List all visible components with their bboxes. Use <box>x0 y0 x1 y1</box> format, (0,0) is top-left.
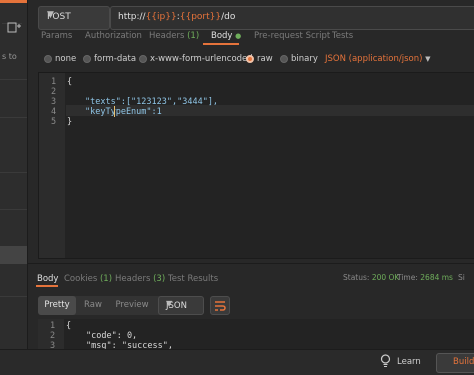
sidebar-divider <box>0 172 27 173</box>
response-body[interactable]: 1 2 3 { "code": 0, "msg": "success", <box>38 319 474 349</box>
url-text: http://{{ip}}:{{port}}/do <box>118 12 235 22</box>
line-number: 2 <box>50 331 56 341</box>
tab-tests[interactable]: Tests <box>332 31 353 41</box>
plus-square-icon[interactable] <box>7 22 21 34</box>
url-variable-ip: {{ip}} <box>145 12 177 22</box>
active-tab-underline <box>203 43 239 45</box>
tab-headers-label: Headers <box>149 31 185 41</box>
tab-headers[interactable]: Headers (1) <box>149 31 199 41</box>
radio-raw-label: raw <box>257 54 273 64</box>
radio-raw[interactable] <box>246 55 254 63</box>
pretty-button[interactable]: Pretty <box>38 296 76 315</box>
sidebar-item-selected[interactable] <box>0 246 27 264</box>
line-number: 5 <box>51 117 57 127</box>
tab-body[interactable]: Body ● <box>211 31 241 41</box>
response-tab-body[interactable]: Body <box>37 274 58 284</box>
status-text: Status: 200 OK <box>343 273 399 282</box>
request-body-editor[interactable]: 1 2 3 4 5 { "texts":["123123","3444"], "… <box>38 72 474 259</box>
content-type-label: JSON (application/json) <box>325 54 423 64</box>
code-line: "code": 0, <box>86 331 138 341</box>
code-line: "texts":["123123","3444"], <box>85 97 219 107</box>
line-number: 3 <box>51 97 57 107</box>
sidebar-divider <box>0 79 27 80</box>
url-prefix: http:// <box>118 12 146 22</box>
lightbulb-icon[interactable] <box>380 354 391 371</box>
build-label: Build <box>453 357 474 367</box>
raw-button[interactable]: Raw <box>76 296 110 315</box>
radio-binary[interactable] <box>280 55 288 63</box>
response-tab-cookies-label: Cookies <box>64 274 98 284</box>
radio-binary-label: binary <box>291 54 318 64</box>
code-line: "msg": "success", <box>86 341 173 349</box>
response-tab-cookies[interactable]: Cookies (1) <box>64 274 112 284</box>
active-tab-underline <box>36 285 58 287</box>
radio-x-www-form-urlencoded[interactable] <box>139 55 147 63</box>
url-variable-port: {{port}} <box>179 12 222 22</box>
status-bar: Learn Build <box>0 349 474 375</box>
line-number: 1 <box>50 321 56 331</box>
learn-link[interactable]: Learn <box>397 357 421 367</box>
code-line: } <box>67 117 73 127</box>
code-line: "keyTypeEnum":1 <box>85 107 162 117</box>
tab-params[interactable]: Params <box>41 31 72 41</box>
tab-pre-request-script[interactable]: Pre-request Script <box>254 31 330 41</box>
dot-icon: ● <box>235 32 242 40</box>
sidebar-text-fragment: s to <box>2 52 17 61</box>
sidebar-divider <box>0 117 27 118</box>
line-number: 1 <box>51 77 57 87</box>
chevron-down-icon: ▼ <box>425 55 431 63</box>
url-input[interactable]: http://{{ip}}:{{port}}/do <box>110 6 474 30</box>
build-button[interactable]: Build <box>436 353 474 373</box>
radio-urlencoded-label: x-www-form-urlencoded <box>150 54 253 64</box>
response-tab-cookies-count: (1) <box>99 274 113 284</box>
sidebar-divider <box>0 296 27 297</box>
response-tab-headers-count: (3) <box>153 274 166 284</box>
time-text: Time: 2684 ms <box>397 273 453 282</box>
url-suffix: /do <box>221 12 236 22</box>
status-label: Status: <box>343 273 370 282</box>
wrap-icon <box>215 301 226 311</box>
line-number: 4 <box>51 107 57 117</box>
wrap-lines-button[interactable] <box>210 296 230 315</box>
radio-form-data-label: form-data <box>94 54 137 64</box>
code-line: { <box>67 77 73 87</box>
line-number: 3 <box>50 341 56 349</box>
text-cursor <box>114 106 115 117</box>
format-select[interactable]: JSON ▼ <box>158 296 204 315</box>
request-tabs: Params Authorization Headers (1) Body ● … <box>28 30 474 44</box>
chevron-down-icon: ▼ <box>47 10 54 20</box>
response-tab-headers-label: Headers <box>115 274 151 284</box>
chevron-down-icon: ▼ <box>166 299 173 308</box>
preview-button[interactable]: Preview <box>112 296 152 315</box>
sidebar-divider <box>0 209 27 210</box>
time-value: 2684 ms <box>420 273 453 282</box>
content-type-select[interactable]: JSON (application/json) ▼ <box>325 54 431 64</box>
body-type-options: none form-data x-www-form-urlencoded raw… <box>38 52 474 68</box>
sidebar: s to <box>0 0 28 374</box>
radio-none-label: none <box>55 54 77 64</box>
size-label: Si <box>458 273 465 282</box>
method-select[interactable]: POST ▼ <box>38 6 110 30</box>
tab-authorization[interactable]: Authorization <box>85 31 142 41</box>
code-line: { <box>66 321 72 331</box>
response-tab-test-results[interactable]: Test Results <box>168 274 218 284</box>
radio-none[interactable] <box>44 55 52 63</box>
line-number: 2 <box>51 87 57 97</box>
radio-form-data[interactable] <box>83 55 91 63</box>
time-label: Time: <box>397 273 418 282</box>
status-value: 200 OK <box>371 273 400 282</box>
tab-headers-count: (1) <box>187 31 200 41</box>
tab-body-label: Body <box>211 31 233 41</box>
pane-splitter[interactable] <box>28 263 474 264</box>
response-tab-headers[interactable]: Headers (3) <box>115 274 165 284</box>
sidebar-accent <box>0 0 27 3</box>
